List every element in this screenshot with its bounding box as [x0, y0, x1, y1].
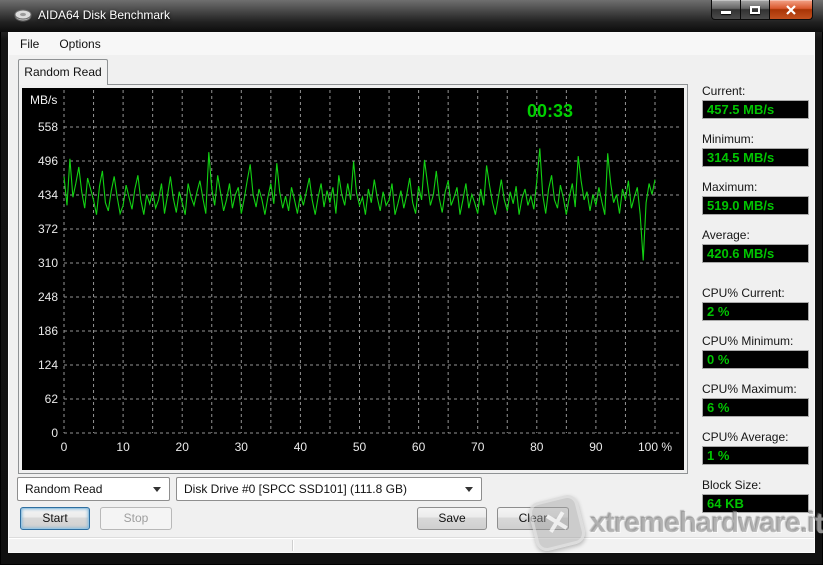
stat-value: 64 KB: [702, 494, 809, 513]
svg-text:372: 372: [38, 222, 58, 236]
save-button[interactable]: Save: [417, 507, 487, 530]
minimize-button[interactable]: [711, 0, 741, 20]
stat-value: 457.5 MB/s: [702, 100, 809, 119]
stat-label: CPU% Minimum:: [702, 334, 816, 349]
stat-label: Block Size:: [702, 478, 816, 493]
benchmark-type-select[interactable]: Random Read: [17, 477, 170, 501]
chevron-down-icon: [465, 487, 473, 492]
maximize-icon: [750, 6, 760, 14]
titlebar[interactable]: AIDA64 Disk Benchmark: [0, 0, 823, 32]
svg-text:100 %: 100 %: [638, 440, 672, 454]
svg-text:0: 0: [61, 440, 68, 454]
stat-average: Average: 420.6 MB/s: [702, 228, 816, 263]
clear-button[interactable]: Clear: [497, 507, 569, 530]
stop-button[interactable]: Stop: [100, 507, 172, 530]
benchmark-type-value: Random Read: [25, 482, 102, 496]
svg-text:0: 0: [51, 426, 58, 440]
svg-text:186: 186: [38, 324, 58, 338]
maximize-button[interactable]: [741, 0, 769, 20]
stat-label: Maximum:: [702, 180, 816, 195]
stat-maximum: Maximum: 519.0 MB/s: [702, 180, 816, 215]
svg-text:60: 60: [412, 440, 426, 454]
svg-text:558: 558: [38, 120, 58, 134]
stat-minimum: Minimum: 314.5 MB/s: [702, 132, 816, 167]
svg-text:248: 248: [38, 290, 58, 304]
client-area: File Options Random Read 558 496 434 372 310…: [8, 32, 815, 553]
svg-text:80: 80: [530, 440, 544, 454]
benchmark-chart: 558 496 434 372 310 248 186 124 62 00 10 20 30 40 50 60…: [22, 88, 684, 470]
minimize-icon: [721, 11, 731, 14]
status-bar: [9, 537, 814, 552]
stat-cpu-current: CPU% Current: 2 %: [702, 286, 816, 321]
drive-select-value: Disk Drive #0 [SPCC SSD101] (111.8 GB): [184, 482, 407, 496]
stat-label: Average:: [702, 228, 816, 243]
stat-label: CPU% Average:: [702, 430, 816, 445]
stat-label: CPU% Current:: [702, 286, 816, 301]
tab-random-read[interactable]: Random Read: [18, 59, 108, 85]
stat-value: 314.5 MB/s: [702, 148, 809, 167]
svg-text:50: 50: [353, 440, 367, 454]
chart-background: 558 496 434 372 310 248 186 124 62 00 10 20 30 40 50 60…: [22, 88, 684, 470]
stat-label: CPU% Maximum:: [702, 382, 816, 397]
window-controls: [711, 0, 813, 20]
svg-text:62: 62: [45, 392, 59, 406]
svg-text:310: 310: [38, 256, 58, 270]
close-button[interactable]: [769, 0, 813, 20]
menu-file[interactable]: File: [11, 34, 48, 54]
svg-text:434: 434: [38, 188, 58, 202]
svg-text:MB/s: MB/s: [30, 93, 57, 107]
chevron-down-icon: [153, 487, 161, 492]
svg-text:496: 496: [38, 154, 58, 168]
start-button[interactable]: Start: [20, 507, 90, 530]
chart-panel: 558 496 434 372 310 248 186 124 62 00 10 20 30 40 50 60…: [18, 84, 688, 474]
stat-value: 2 %: [702, 302, 809, 321]
drive-select[interactable]: Disk Drive #0 [SPCC SSD101] (111.8 GB): [176, 477, 482, 501]
window-title: AIDA64 Disk Benchmark: [38, 8, 170, 22]
stat-cpu-average: CPU% Average: 1 %: [702, 430, 816, 465]
stat-cpu-minimum: CPU% Minimum: 0 %: [702, 334, 816, 369]
stat-block-size: Block Size: 64 KB: [702, 478, 816, 513]
stat-value: 1 %: [702, 446, 809, 465]
app-window: AIDA64 Disk Benchmark File Options Rando…: [0, 0, 823, 565]
app-icon: [14, 9, 32, 23]
stat-label: Minimum:: [702, 132, 816, 147]
status-divider: [292, 540, 293, 551]
stat-label: Current:: [702, 84, 816, 99]
menu-bar: File Options: [9, 33, 814, 56]
stat-current: Current: 457.5 MB/s: [702, 84, 816, 119]
svg-text:70: 70: [471, 440, 485, 454]
menu-options[interactable]: Options: [50, 34, 109, 54]
svg-text:00:33: 00:33: [527, 101, 573, 121]
svg-text:90: 90: [589, 440, 603, 454]
svg-text:40: 40: [294, 440, 308, 454]
close-icon: [785, 5, 797, 15]
svg-text:20: 20: [176, 440, 190, 454]
svg-text:124: 124: [38, 358, 58, 372]
stat-value: 519.0 MB/s: [702, 196, 809, 215]
stat-cpu-maximum: CPU% Maximum: 6 %: [702, 382, 816, 417]
stat-value: 6 %: [702, 398, 809, 417]
stat-value: 0 %: [702, 350, 809, 369]
svg-text:10: 10: [116, 440, 130, 454]
stat-value: 420.6 MB/s: [702, 244, 809, 263]
svg-text:30: 30: [235, 440, 249, 454]
